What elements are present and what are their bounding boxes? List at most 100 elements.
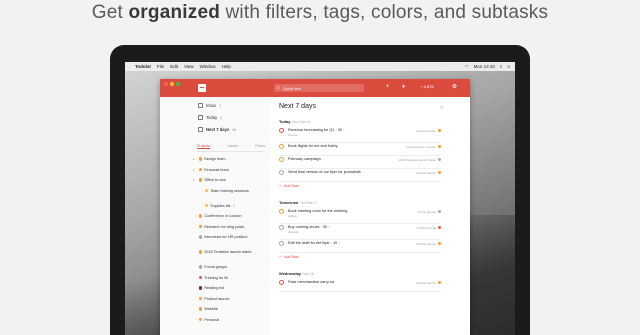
menu-help[interactable]: Help [222,64,231,69]
task-row[interactable]: Send final version of our flyer for jour… [279,169,441,182]
add-task-icon[interactable]: + [384,84,391,91]
sidebar-project-item[interactable]: ▸ Design team [193,157,228,161]
task-checkbox[interactable] [279,170,284,175]
add-task-button[interactable]: + Add Task [279,255,299,259]
plus-icon: + [279,255,282,259]
task-project-name[interactable]: Conference in London [406,145,436,149]
expand-caret-icon[interactable]: ▾ [193,178,196,182]
project-label: Research for blog posts [204,224,245,229]
sidebar-project-item[interactable]: Interviews for HR position [193,235,250,239]
tab-projects[interactable]: Projects [197,144,210,149]
task-project-name[interactable]: Financial team [416,129,436,133]
sidebar-item-today[interactable]: Today 6 [198,115,222,120]
task-checkbox[interactable] [279,225,284,230]
sidebar-project-item[interactable]: Product launch [193,297,232,301]
task-content[interactable]: Book meeting room for the meeting [288,209,347,213]
task-row[interactable]: Edit the draft for the flyer · 10 ◦ Produ… [279,240,441,253]
project-color-dot [198,275,202,280]
task-content[interactable]: Book flights for me and Kathy [288,144,338,148]
wifi-icon[interactable]: ◠ [465,64,469,70]
expand-caret-icon[interactable]: ▸ [193,157,196,161]
task-checkbox[interactable] [279,280,284,285]
project-label: Conference in London [204,214,242,218]
menu-window[interactable]: Window [200,64,216,69]
settings-gear-icon[interactable]: ⚙ [451,84,458,91]
menu-list-icon[interactable]: ≡ [507,64,510,69]
task-project-color-dot [438,226,441,229]
project-label: Interviews for HR position [204,235,248,239]
sidebar-project-item[interactable]: ▸ Financial team [193,168,231,172]
task-content[interactable]: February campaign [288,157,321,161]
sidebar-project-item[interactable]: 2016 Tentative launch dates [193,250,254,254]
task-checkbox[interactable] [279,157,284,162]
task-label-tag[interactable]: errands [288,230,298,234]
zoom-window-icon[interactable] [176,82,180,86]
task-project-color-dot [438,281,441,284]
sidebar-project-item[interactable]: Website [193,307,220,311]
headline-emphasis: organized [128,2,221,23]
plus-icon: + [279,184,282,188]
task-row[interactable]: Pack merchandise carry-on Product launch [279,279,441,292]
task-project-name[interactable]: 2016 Tentative launch dates [399,158,436,162]
quick-find-input[interactable]: ⌕ Quick find [274,84,364,92]
task-project-name[interactable]: Product launch [416,242,436,246]
task-project-name[interactable]: Product launch [416,281,436,285]
project-color-dot [198,167,202,172]
tab-labels[interactable]: Labels [227,144,238,149]
add-task-button[interactable]: + Add Task [279,184,299,188]
sidebar-project-item[interactable]: Supplies list 5 [199,204,235,208]
task-checkbox[interactable] [279,128,284,133]
task-row[interactable]: Buy running shoes · 30 ◦ errands Training … [279,224,441,240]
section-title: Today [279,119,291,124]
project-label: Supplies list [210,203,231,208]
section-date: Tue Mar 17 [300,201,318,205]
task-project-name[interactable]: Product launch [416,171,436,175]
menu-file[interactable]: File [157,64,164,69]
task-label-tag[interactable]: finance [288,133,298,137]
task-row[interactable]: Book flights for me and Kathy Conference … [279,143,441,156]
sidebar-project-item[interactable]: Personal [193,318,222,322]
project-label: Financial team [204,167,229,172]
menu-edit[interactable]: Edit [170,64,178,69]
project-label: Reading list [204,286,225,290]
menu-app-name[interactable]: Todoist [135,64,151,69]
task-row[interactable]: February campaign 2016 Tentative launch d… [279,156,441,169]
section-date: Mar 18 [303,272,314,276]
tab-filters[interactable]: Filters [255,144,265,149]
task-content[interactable]: Pack merchandise carry-on [288,280,334,284]
task-content[interactable]: Send final version of our flyer for jour… [288,170,361,174]
task-row[interactable]: Revenue forecasting for Q1 · 30 ◦ finance… [279,127,441,143]
task-content[interactable]: Buy running shoes · 30 ◦ [288,225,329,229]
task-row[interactable]: Book meeting room for the meeting calling… [279,208,441,224]
close-window-icon[interactable] [164,82,168,86]
section-title: Wednesday [279,271,302,276]
sidebar-project-item[interactable]: Conference in London [193,214,244,218]
sidebar-project-item[interactable]: ▾ Office to-dos [193,178,228,182]
sidebar-project-item[interactable]: Reading list [193,286,227,290]
task-checkbox[interactable] [279,144,284,149]
task-checkbox[interactable] [279,209,284,214]
page-title: Next 7 days [279,103,316,110]
sidebar-project-item[interactable]: Research for blog posts [193,225,247,229]
menubar-clock[interactable]: Mon 13:10 [474,64,495,69]
view-options-icon[interactable]: ⚙ [440,105,444,110]
task-project-name[interactable]: Focus groups [418,210,436,214]
search-icon[interactable]: ⌕ [500,64,503,69]
task-checkbox[interactable] [279,241,284,246]
sidebar-item-inbox[interactable]: Inbox 5 [198,103,221,108]
sidebar-project-item[interactable]: Team training sessions [199,189,251,193]
sidebar-item-next-7-days[interactable]: Next 7 days 26 [198,127,236,132]
menu-view[interactable]: View [184,64,194,69]
minimize-window-icon[interactable] [170,82,174,86]
sidebar-project-item[interactable]: Training for 5k [193,276,231,280]
task-content[interactable]: Edit the draft for the flyer · 10 ◦ [288,241,340,245]
notifications-icon[interactable]: ♦ [400,84,407,91]
task-content[interactable]: Revenue forecasting for Q1 · 30 ◦ [288,128,344,132]
task-project-name[interactable]: Training for 5k [417,226,436,230]
task-label-tag[interactable]: calling [288,214,297,218]
sidebar-project-item[interactable]: Focus groups [193,265,230,269]
project-label: 2016 Tentative launch dates [204,250,252,254]
karma-badge[interactable]: ◔ 4,876 [420,84,434,89]
main-pane: Next 7 days ⚙ Today Mon Mar 16 Revenue for… [270,97,470,335]
expand-caret-icon[interactable]: ▸ [193,168,196,172]
